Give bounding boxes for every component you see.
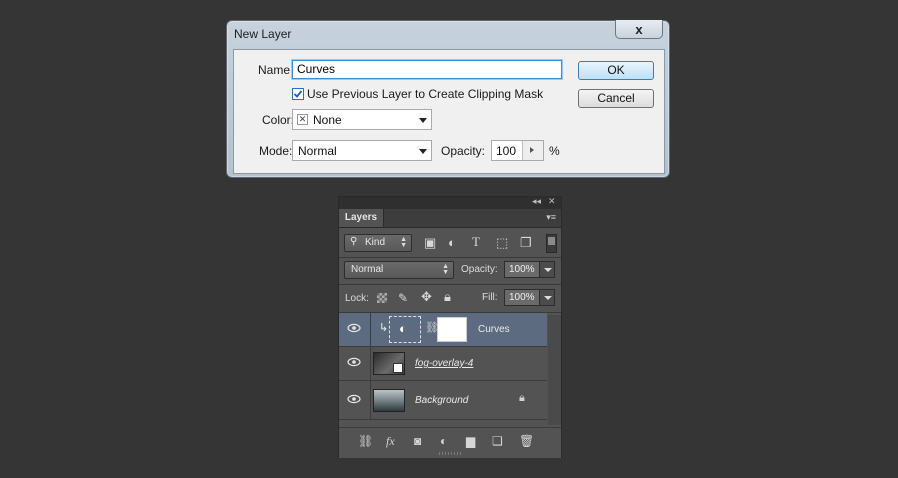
tab-layers[interactable]: Layers [339, 209, 384, 227]
dialog-title: New Layer [234, 27, 292, 41]
background-thumbnail[interactable] [373, 389, 405, 412]
visibility-toggle[interactable] [339, 347, 371, 380]
layer-name[interactable]: fog-overlay-4 [415, 358, 473, 369]
color-value: None [313, 113, 342, 127]
fill-dropdown-icon[interactable] [539, 289, 555, 306]
opacity-value: 100 [496, 144, 517, 158]
visibility-toggle[interactable] [339, 313, 371, 346]
filter-toggle-switch[interactable] [546, 234, 557, 253]
layers-panel: ◂◂ ✕ Layers ▾≡ ⚲ Kind ▲ ▼ ▣ ◐ T ⬚ ❐ Norma… [338, 196, 562, 458]
curves-adjustment-icon: ◐ [399, 321, 407, 336]
layer-row-background[interactable]: Background 🔒︎ [339, 381, 547, 420]
chevron-down-icon [419, 118, 427, 123]
close-button[interactable]: x [615, 20, 663, 39]
name-label: Name: [258, 63, 294, 77]
layer-opacity-value: 100% [509, 264, 535, 275]
opacity-dropdown-icon[interactable] [539, 261, 555, 278]
fill-label: Fill: [482, 292, 498, 303]
mode-label: Mode: [259, 144, 293, 158]
chevron-down-icon [419, 149, 427, 154]
eye-icon [347, 357, 361, 367]
ok-button[interactable]: OK [578, 61, 654, 80]
name-input[interactable]: Curves [292, 60, 562, 79]
cancel-button[interactable]: Cancel [578, 89, 654, 108]
color-label: Color: [262, 113, 295, 127]
opacity-field[interactable]: 100 [491, 140, 544, 161]
collapse-icon[interactable]: ◂◂ [532, 196, 541, 207]
updown-arrows-icon: ▲ ▼ [442, 263, 449, 276]
new-layer-icon[interactable]: ❑ [492, 434, 503, 448]
blend-mode-select[interactable]: Normal ▲ ▼ [344, 261, 454, 279]
opacity-label: Opacity: [461, 264, 498, 275]
no-color-swatch-icon: ✕ [297, 114, 308, 125]
panel-tab-bar: Layers ▾≡ [339, 209, 561, 228]
panel-menu-icon[interactable]: ▾≡ [546, 212, 556, 223]
layer-row-curves[interactable]: ↳ ◐ ⛓ Curves [339, 313, 547, 347]
checkmark-icon [293, 90, 303, 98]
layer-opacity-field[interactable]: 100% [504, 261, 540, 278]
panel-title-bar[interactable]: ◂◂ ✕ [339, 196, 561, 209]
layers-scrollbar[interactable] [548, 315, 561, 425]
smart-object-badge-icon [393, 363, 403, 373]
fill-field[interactable]: 100% [504, 289, 540, 306]
layer-mask-thumbnail[interactable] [437, 317, 467, 342]
clipping-mask-label: Use Previous Layer to Create Clipping Ma… [307, 87, 544, 101]
updown-arrows-icon: ▲ ▼ [400, 236, 407, 249]
mode-select[interactable]: Normal [292, 140, 432, 161]
fill-value: 100% [509, 292, 535, 303]
mode-value: Normal [298, 144, 337, 158]
layer-row-fog-overlay[interactable]: fog-overlay-4 [339, 347, 547, 381]
new-adjustment-layer-icon[interactable]: ◐ [440, 434, 447, 448]
shape-layer-filter-icon[interactable]: ⬚ [496, 236, 508, 250]
eye-icon [347, 323, 361, 333]
new-group-folder-icon[interactable]: ▆ [466, 434, 475, 448]
lock-position-icon[interactable]: ✥ [421, 290, 432, 304]
resize-grip[interactable] [439, 452, 461, 455]
clipping-arrow-icon: ↳ [379, 322, 389, 334]
eye-icon [347, 394, 361, 404]
divider [339, 257, 561, 258]
opacity-unit: % [549, 144, 560, 158]
new-layer-dialog: New Layer x Name: Curves Use Previous La… [226, 20, 670, 178]
dialog-body: Name: Curves Use Previous Layer to Creat… [233, 49, 665, 174]
lock-all-icon[interactable]: 🔒︎ [444, 290, 451, 304]
adjustment-thumbnail[interactable]: ◐ [389, 316, 421, 343]
type-layer-filter-icon[interactable]: T [472, 235, 480, 249]
smart-object-filter-icon[interactable]: ❐ [520, 236, 532, 250]
layer-name[interactable]: Curves [478, 324, 510, 335]
layer-name[interactable]: Background [415, 395, 468, 406]
close-icon: x [635, 21, 643, 37]
add-mask-icon[interactable]: ◙ [414, 434, 421, 448]
close-icon[interactable]: ✕ [548, 196, 556, 207]
visibility-toggle[interactable] [339, 381, 371, 419]
divider [339, 284, 561, 285]
clipping-mask-option[interactable]: Use Previous Layer to Create Clipping Ma… [292, 87, 543, 101]
link-layers-icon[interactable]: ⛓ [358, 434, 373, 448]
opacity-label: Opacity: [441, 144, 486, 158]
filter-kind-select[interactable]: ⚲ Kind ▲ ▼ [344, 234, 412, 252]
blend-mode-value: Normal [351, 264, 384, 275]
layer-lock-icon: 🔒︎ [519, 392, 525, 404]
clipping-mask-checkbox[interactable] [292, 88, 304, 100]
lock-transparency-icon[interactable] [377, 293, 387, 303]
search-icon: ⚲ [350, 236, 358, 247]
filter-kind-value: Kind [365, 237, 386, 248]
fx-icon[interactable]: fx [386, 434, 395, 449]
lock-label: Lock: [345, 293, 369, 304]
fog-overlay-thumbnail[interactable] [373, 352, 405, 375]
color-select[interactable]: ✕ None [292, 109, 432, 130]
trash-icon[interactable]: 🗑︎ [519, 434, 534, 448]
opacity-slider-arrow-icon[interactable] [522, 141, 543, 160]
pixel-layer-filter-icon[interactable]: ▣ [424, 236, 436, 250]
lock-image-pixels-icon[interactable]: ✎ [398, 291, 408, 305]
adjustment-layer-filter-icon[interactable]: ◐ [448, 236, 456, 250]
